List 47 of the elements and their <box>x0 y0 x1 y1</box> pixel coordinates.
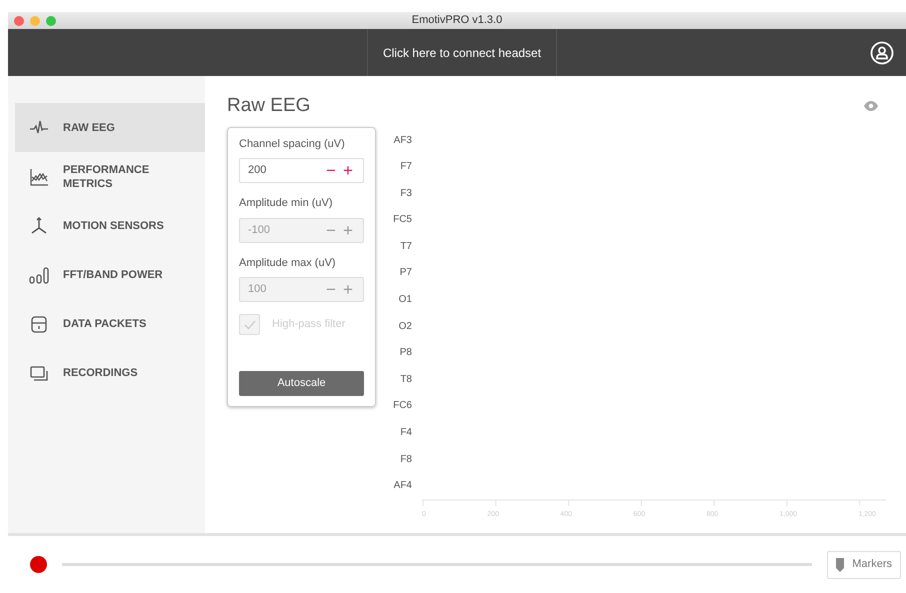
channel-label: AF4 <box>394 480 412 494</box>
number-field[interactable]: 200 − + <box>239 158 364 183</box>
channel-label: T8 <box>400 374 412 387</box>
field-value: -100 <box>248 222 272 238</box>
autoscale-button[interactable]: Autoscale <box>239 370 364 396</box>
user-icon[interactable] <box>870 40 894 64</box>
channel-label: T7 <box>400 240 412 254</box>
sidebar-item[interactable]: FFT/BAND POWER <box>15 250 205 299</box>
channel-label: F4 <box>400 427 412 440</box>
line-chart-icon <box>29 166 49 186</box>
connect-headset-button[interactable]: Click here to connect headset <box>367 29 557 76</box>
sidebar-item[interactable]: MOTION SENSORS <box>15 201 205 250</box>
record-button[interactable] <box>30 556 47 573</box>
channel-label: F7 <box>400 161 412 174</box>
channel-label: P7 <box>400 267 412 280</box>
maximize-icon[interactable] <box>46 16 56 26</box>
channel-label: F8 <box>400 454 412 467</box>
sidebar-item[interactable]: RECORDINGS <box>15 348 205 397</box>
close-icon[interactable] <box>14 16 24 26</box>
marker-icon <box>836 558 844 572</box>
channel-label: AF3 <box>394 134 412 148</box>
increment-button[interactable]: + <box>341 162 355 179</box>
field-value: 200 <box>248 163 268 178</box>
channel-label: O2 <box>398 320 412 334</box>
axes-icon <box>29 216 49 236</box>
decrement-button[interactable]: − <box>324 162 338 179</box>
channel-label: O1 <box>398 294 412 308</box>
field-label: Amplitude min (uV) <box>239 196 334 211</box>
channel-label: FC6 <box>393 400 412 414</box>
window-title: EmotivPRO v1.3.0 <box>412 13 502 28</box>
field-label: Amplitude max (uV) <box>239 256 337 270</box>
markers-button[interactable]: Markers <box>827 550 901 578</box>
field-label: Channel spacing (uV) <box>239 136 346 152</box>
timeline-track[interactable] <box>62 563 812 566</box>
sidebar-item[interactable]: PERFORMANCE METRICS <box>15 152 205 201</box>
channel-label: FC5 <box>393 214 412 228</box>
page-title: Raw EEG <box>227 94 310 118</box>
package-icon <box>29 314 49 334</box>
field-value: 100 <box>248 282 268 298</box>
check-icon <box>244 320 256 330</box>
bars-icon <box>29 264 49 284</box>
minimize-icon[interactable] <box>30 16 40 26</box>
sidebar-item[interactable]: DATA PACKETS <box>15 299 205 348</box>
sidebar-item[interactable]: RAW EEG <box>15 103 205 152</box>
channel-label: F3 <box>400 188 412 201</box>
channel-label: P8 <box>400 347 412 360</box>
eye-icon[interactable] <box>864 101 878 112</box>
